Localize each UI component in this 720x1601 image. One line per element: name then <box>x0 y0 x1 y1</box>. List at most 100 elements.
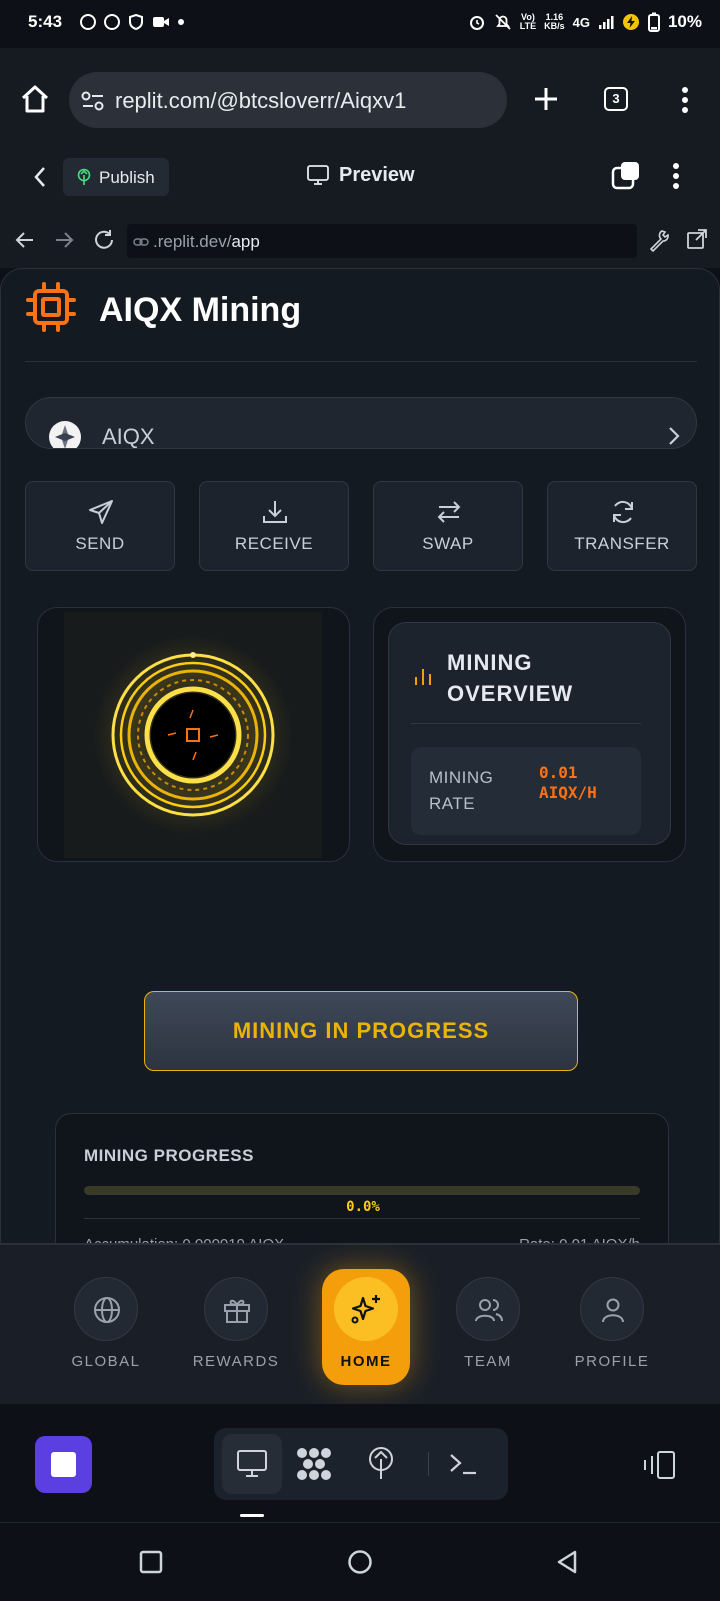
battery-percent: 10% <box>667 12 702 31</box>
mining-progress-card: MINING PROGRESS 0.0% Accumulation: 0.000… <box>55 1113 669 1243</box>
transfer-button[interactable]: TRANSFER <box>547 481 697 571</box>
system-navigation <box>0 1522 720 1601</box>
webview-nav: .replit.dev/app <box>0 214 720 268</box>
site-settings-icon[interactable] <box>81 91 105 111</box>
mining-status-label: MINING IN PROGRESS <box>232 1018 490 1043</box>
tabs-overview-icon[interactable] <box>610 160 642 192</box>
title-divider <box>25 361 697 362</box>
console-icon[interactable] <box>448 1450 478 1478</box>
overview-title: MINING OVERVIEW <box>447 650 574 706</box>
publish-label: Publish <box>99 168 155 187</box>
more-menu-icon[interactable] <box>681 86 689 114</box>
charging-icon <box>622 13 640 31</box>
video-camera-icon <box>152 15 170 29</box>
volte-indicator: Vo) LTE <box>520 13 536 31</box>
system-back-icon[interactable] <box>555 1549 579 1575</box>
overview-divider <box>411 723 641 724</box>
app-title: AIQX Mining <box>99 291 302 329</box>
alarm-icon <box>468 13 486 31</box>
open-external-icon[interactable] <box>686 228 708 250</box>
send-label: SEND <box>75 534 125 553</box>
tool-preview-selected[interactable] <box>222 1434 282 1494</box>
home-circle-icon[interactable] <box>347 1549 373 1575</box>
receive-button[interactable]: RECEIVE <box>199 481 349 571</box>
webview-address-bar[interactable]: .replit.dev/app <box>127 224 637 258</box>
token-name: AIQX <box>102 424 155 449</box>
swap-label: SWAP <box>422 534 474 553</box>
swap-button[interactable]: SWAP <box>373 481 523 571</box>
shield-icon <box>128 14 144 30</box>
nav-global-label: GLOBAL <box>71 1353 141 1370</box>
nav-profile[interactable]: PROFILE <box>552 1277 672 1370</box>
app-content: AIQX Mining AIQX SEND RECEIVE SWAP TRANS… <box>0 268 720 1244</box>
progress-title: MINING PROGRESS <box>84 1146 254 1165</box>
nav-back-icon[interactable] <box>14 229 36 251</box>
progress-percent: 0.0% <box>346 1199 380 1215</box>
nav-rewards[interactable]: REWARDS <box>176 1277 296 1370</box>
preview-monitor-icon <box>236 1449 268 1479</box>
monitor-icon <box>306 164 330 186</box>
wrench-icon[interactable] <box>648 228 670 252</box>
mining-rate-box: MINING RATE 0.01 AIQX/H <box>411 747 641 835</box>
header-more-icon[interactable] <box>672 162 680 190</box>
nav-global-circle <box>74 1277 138 1341</box>
agent-blocks-icon[interactable] <box>296 1447 332 1481</box>
mining-status-button[interactable]: MINING IN PROGRESS <box>144 991 578 1071</box>
nav-home-circle <box>334 1277 398 1341</box>
progress-divider <box>84 1218 640 1219</box>
url-text: replit.com/@btcsloverr/Aiqxv1 <box>115 88 407 113</box>
webview-address-text: .replit.dev/app <box>153 232 260 252</box>
replit-header: Publish Preview <box>0 140 720 215</box>
mining-animation <box>64 612 322 858</box>
back-chevron-icon[interactable] <box>32 165 48 189</box>
net-speed: 1.16 KB/s <box>544 13 565 31</box>
home-icon[interactable] <box>20 84 50 114</box>
publish-button[interactable]: Publish <box>63 158 169 196</box>
signal-icon <box>598 14 614 30</box>
replit-toolbar <box>0 1404 720 1522</box>
progress-rate-text: Rate: 0.01 AIQX/h <box>519 1236 640 1243</box>
send-icon <box>87 498 115 526</box>
receive-label: RECEIVE <box>234 534 314 553</box>
reload-icon[interactable] <box>92 228 116 252</box>
nav-profile-label: PROFILE <box>574 1353 650 1370</box>
status-bar: 5:43 Vo) LTE 1.16 KB/s 4G 10% <box>0 0 720 48</box>
mining-animation-card <box>37 607 350 862</box>
link-icon <box>133 234 149 250</box>
notification-dot-icon <box>178 19 184 25</box>
nav-home[interactable]: HOME <box>322 1269 410 1385</box>
split-view-icon[interactable] <box>642 1450 676 1480</box>
nav-global[interactable]: GLOBAL <box>46 1277 166 1370</box>
volte-bottom: LTE <box>519 21 537 31</box>
status-time: 5:43 <box>28 12 63 31</box>
tool-switcher <box>214 1428 508 1500</box>
tab-switcher-button[interactable]: 3 <box>604 87 628 111</box>
nav-forward-icon[interactable] <box>53 229 75 251</box>
muted-bell-icon <box>494 13 512 31</box>
mining-overview-panel: MINING OVERVIEW MINING RATE 0.01 AIQX/H <box>388 622 671 845</box>
tool-active-indicator <box>240 1514 264 1517</box>
bar-chart-icon <box>413 665 433 687</box>
deploy-icon[interactable] <box>366 1446 396 1480</box>
nav-rewards-label: REWARDS <box>192 1353 280 1370</box>
cpu-chip-icon <box>25 281 77 333</box>
nav-team-label: TEAM <box>464 1353 512 1370</box>
stop-icon <box>51 1452 76 1477</box>
nav-team[interactable]: TEAM <box>428 1277 548 1370</box>
address-path: app <box>231 232 260 251</box>
accumulation-text: Accumulation: 0.000019 AIQX <box>84 1236 284 1243</box>
mining-rate-label: MINING RATE <box>429 768 494 813</box>
mining-rate-value: 0.01 AIQX/H <box>539 763 597 802</box>
address-prefix: .replit.dev/ <box>153 232 232 251</box>
token-selector[interactable]: AIQX <box>25 397 697 449</box>
send-button[interactable]: SEND <box>25 481 175 571</box>
recents-icon[interactable] <box>139 1550 163 1574</box>
net-speed-unit: KB/s <box>544 21 565 31</box>
new-tab-icon[interactable] <box>532 85 560 113</box>
bottom-navigation: GLOBAL REWARDS HOME TEAM PROFILE <box>0 1244 720 1404</box>
nav-profile-circle <box>580 1277 644 1341</box>
url-bar[interactable]: replit.com/@btcsloverr/Aiqxv1 <box>69 72 507 128</box>
stop-button[interactable] <box>35 1436 92 1493</box>
network-type: 4G <box>572 14 590 30</box>
preview-title[interactable]: Preview <box>339 164 415 187</box>
